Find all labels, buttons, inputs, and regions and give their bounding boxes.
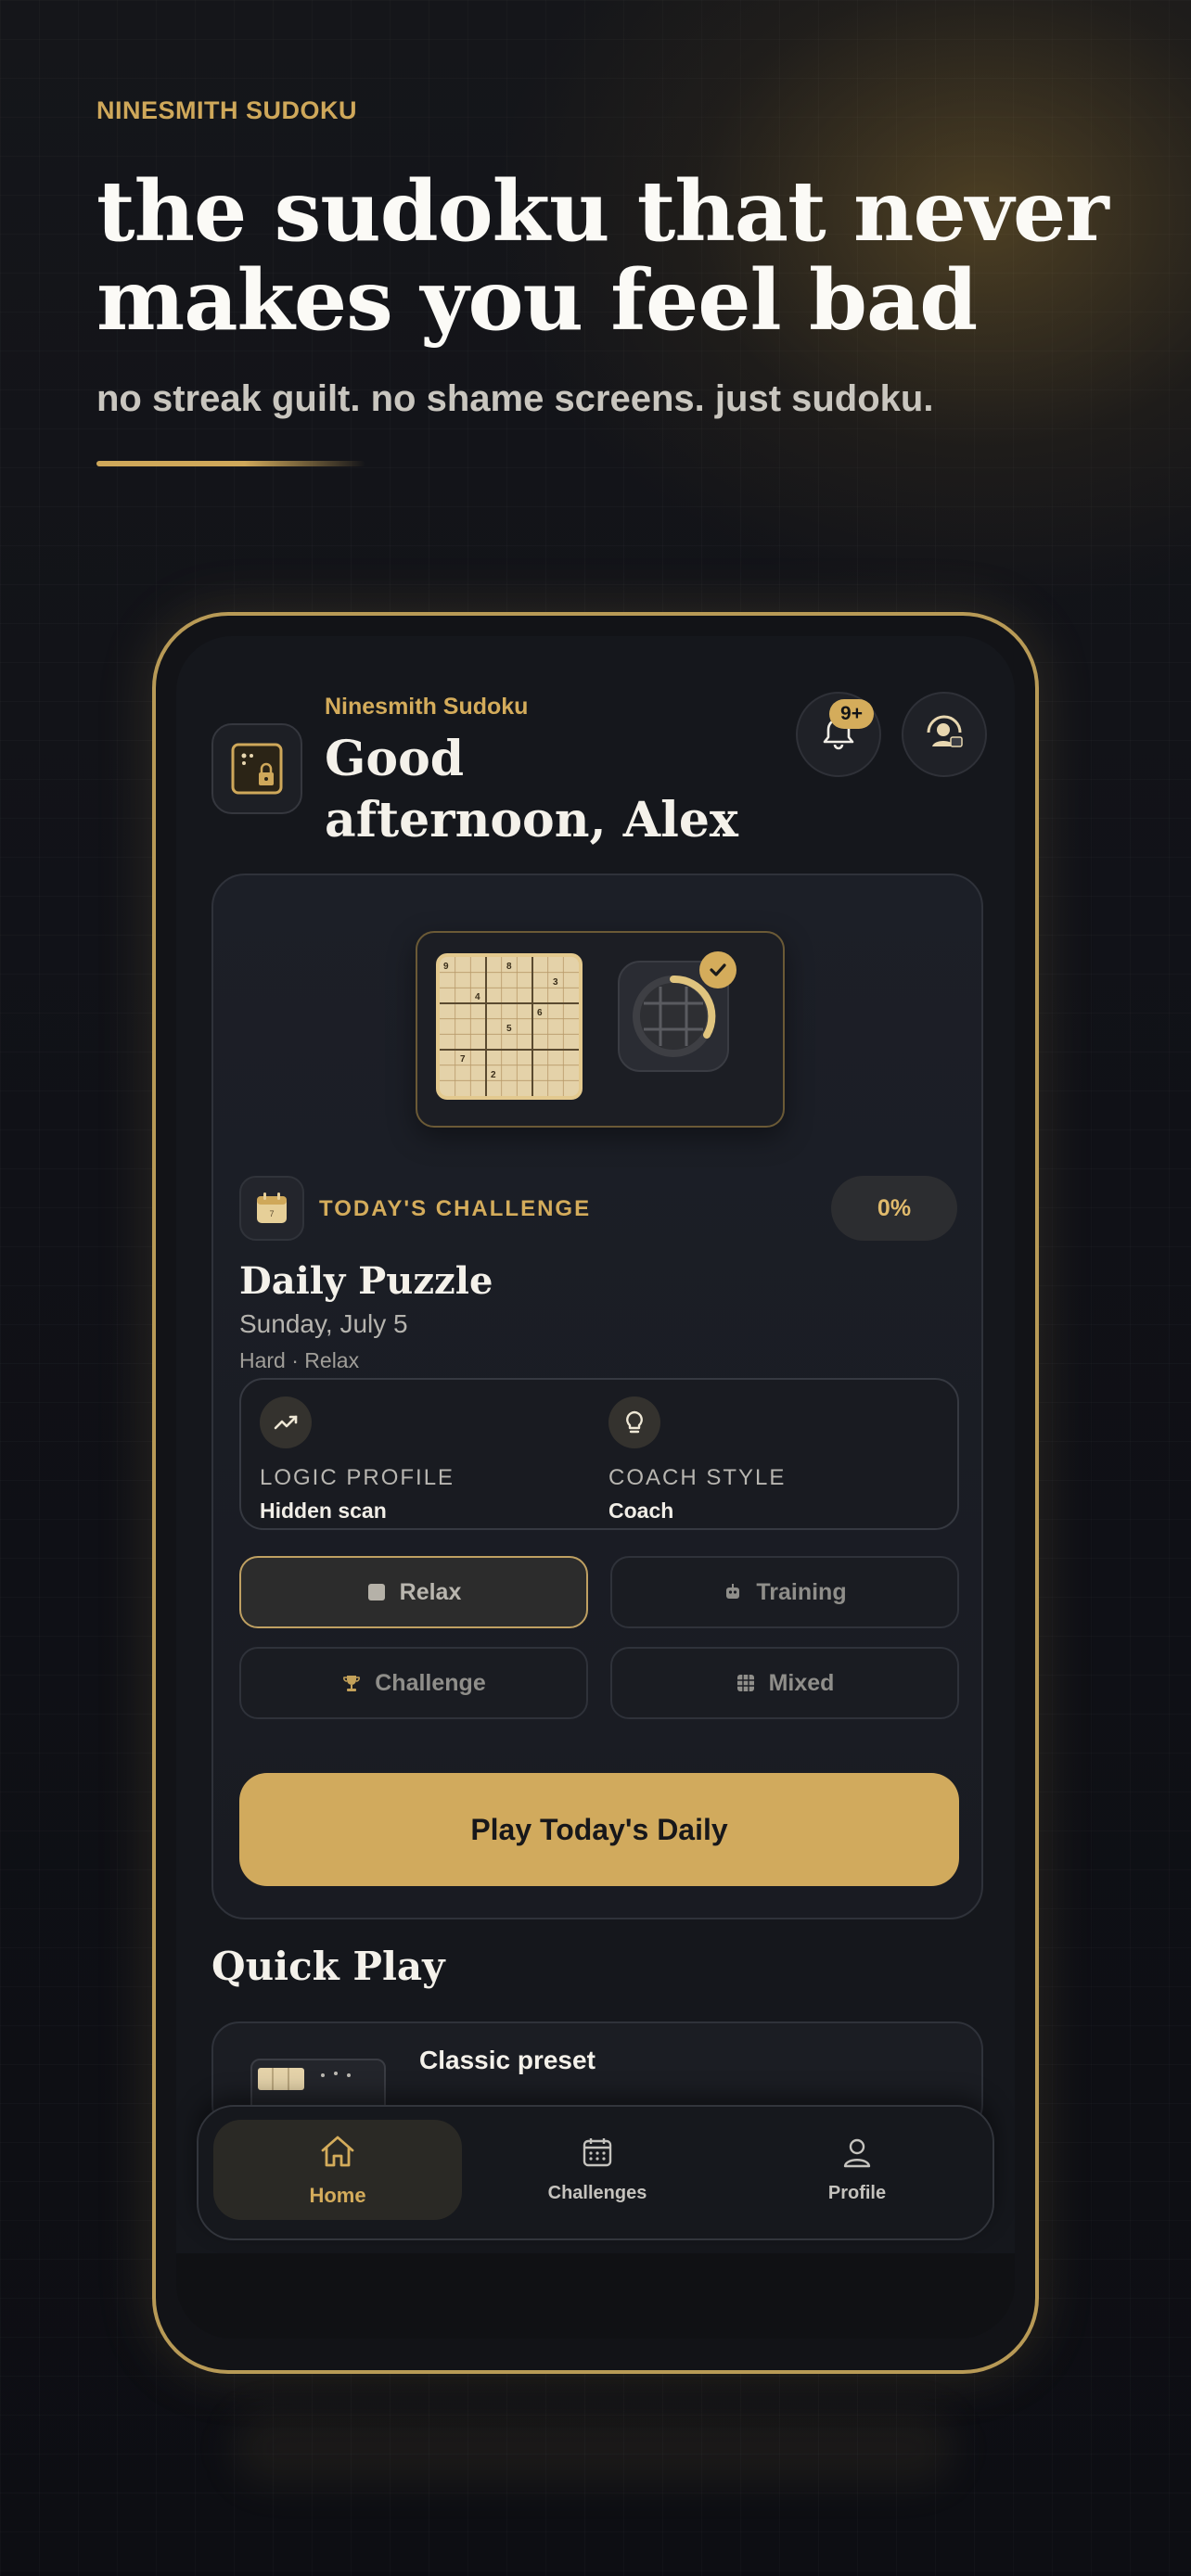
coach-style-value: Coach — [608, 1498, 674, 1523]
mode-challenge-label: Challenge — [375, 1669, 486, 1696]
tab-home-label: Home — [309, 2183, 366, 2207]
accent-rule — [96, 461, 365, 466]
mode-challenge-button[interactable]: Challenge — [239, 1647, 588, 1719]
svg-text:5: 5 — [506, 1024, 512, 1034]
notification-badge: 9+ — [829, 699, 874, 729]
daily-title: Daily Puzzle — [239, 1259, 493, 1303]
tab-challenges[interactable]: Challenges — [473, 2120, 722, 2220]
coach-style: COACH STYLE Coach — [608, 1396, 786, 1524]
phone-screen: Ninesmith Sudoku Good afternoon, Alex 9+ — [176, 636, 1015, 2339]
app-logo-icon — [211, 723, 302, 814]
device-reflection — [232, 2411, 955, 2485]
daily-meta: Hard · Relax — [239, 1348, 360, 1372]
tab-profile[interactable]: Profile — [733, 2120, 981, 2220]
svg-text:8: 8 — [506, 962, 512, 972]
phone-frame: Ninesmith Sudoku Good afternoon, Alex 9+ — [152, 612, 1039, 2374]
brand-label: NINESMITH SUDOKU — [96, 96, 358, 124]
play-daily-button[interactable]: Play Today's Daily — [239, 1773, 959, 1886]
bottom-tab-bar: Home Challenges Profile — [197, 2105, 994, 2240]
profile-avatar-button[interactable] — [902, 692, 987, 777]
logic-coach-panel: LOGIC PROFILE Hidden scan COACH STYLE Co… — [239, 1378, 959, 1530]
hero-headline: the sudoku that never makes you feel bad — [96, 162, 1109, 350]
progress-pill: 0% — [831, 1176, 957, 1241]
logic-profile-value: Hidden scan — [260, 1498, 387, 1523]
daily-date: Sunday, July 5 — [239, 1309, 408, 1338]
svg-text:2: 2 — [491, 1070, 496, 1080]
mode-relax-button[interactable]: Relax — [239, 1556, 588, 1628]
coach-style-label: COACH STYLE — [608, 1465, 787, 1490]
app-name: Ninesmith Sudoku — [325, 694, 529, 720]
tab-profile-label: Profile — [827, 2183, 887, 2203]
svg-text:6: 6 — [537, 1008, 543, 1018]
trophy-icon — [341, 1673, 362, 1693]
logic-profile-label: LOGIC PROFILE — [260, 1465, 455, 1490]
check-badge-icon — [699, 951, 736, 988]
mode-mixed-button[interactable]: Mixed — [610, 1647, 959, 1719]
grid-icon — [736, 1673, 756, 1693]
svg-text:7: 7 — [269, 1209, 274, 1218]
challenge-label: TODAY'S CHALLENGE — [319, 1196, 592, 1221]
mode-relax-label: Relax — [399, 1578, 462, 1605]
svg-text:9: 9 — [443, 962, 449, 972]
home-icon — [317, 2133, 358, 2174]
mode-mixed-label: Mixed — [768, 1669, 835, 1696]
quick-play-title: Quick Play — [211, 1944, 445, 1989]
daily-challenge-card: 9 8 3 4 6 5 7 2 7 TODAY'S CHALLENGE 0% Daily … — [211, 874, 983, 1919]
trend-icon — [260, 1396, 312, 1448]
tab-challenges-label: Challenges — [547, 2183, 647, 2203]
calendar-icon — [581, 2136, 614, 2174]
hero-subheadline: no streak guilt. no shame screens. just … — [96, 378, 934, 419]
greeting-title: Good afternoon, Alex — [325, 731, 738, 848]
person-icon — [840, 2136, 874, 2174]
puzzle-preview: 9 8 3 4 6 5 7 2 — [416, 931, 785, 1128]
board-icon — [366, 1582, 387, 1602]
svg-text:3: 3 — [553, 977, 558, 988]
robot-icon — [723, 1582, 743, 1602]
quick-play-preset-label: Classic preset — [419, 2046, 596, 2074]
mode-training-button[interactable]: Training — [610, 1556, 959, 1628]
svg-text:7: 7 — [460, 1054, 466, 1065]
user-avatar-icon — [921, 709, 967, 760]
sudoku-board-thumbnail: 9 8 3 4 6 5 7 2 — [436, 953, 583, 1100]
tab-home[interactable]: Home — [213, 2120, 462, 2220]
svg-text:4: 4 — [475, 992, 480, 1002]
lightbulb-icon — [608, 1396, 660, 1448]
home-indicator-area — [176, 2253, 1015, 2339]
calendar-icon: 7 — [239, 1176, 304, 1241]
logic-profile: LOGIC PROFILE Hidden scan — [260, 1396, 455, 1524]
mode-training-label: Training — [756, 1578, 847, 1605]
